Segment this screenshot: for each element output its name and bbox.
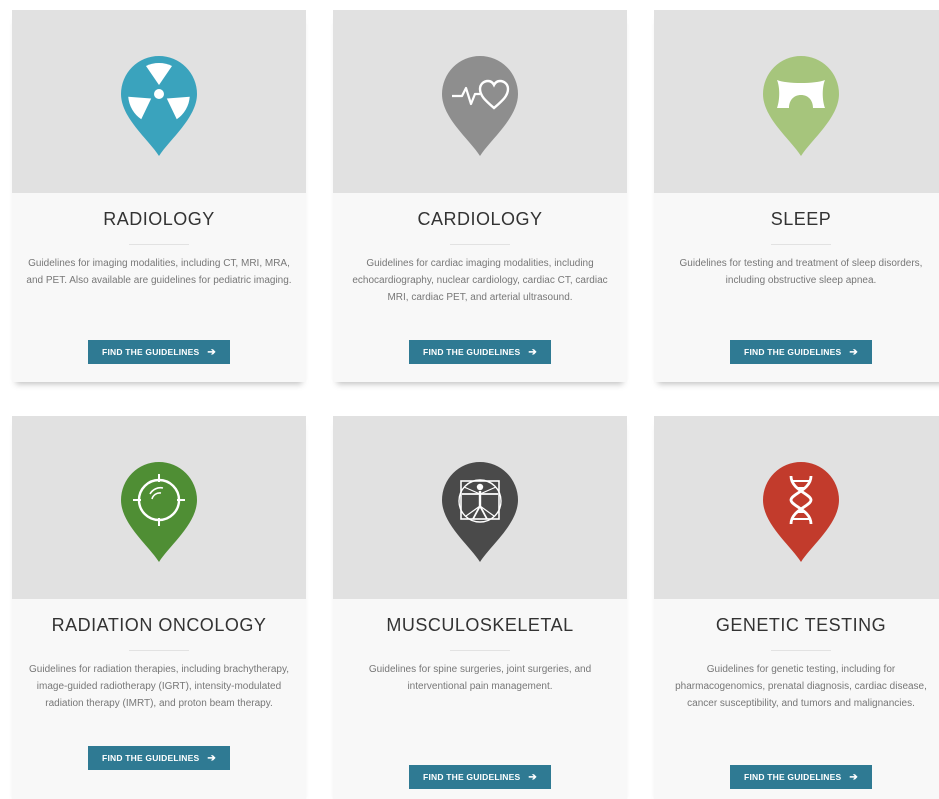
card-description: Guidelines for radiation therapies, incl… xyxy=(29,664,289,709)
heartbeat-icon xyxy=(442,56,518,156)
card-genetic-testing: GENETIC TESTING Guidelines for genetic t… xyxy=(654,416,939,799)
button-label: FIND THE GUIDELINES xyxy=(744,772,842,782)
find-guidelines-button[interactable]: FIND THE GUIDELINES ➔ xyxy=(88,746,230,770)
arrow-right-icon: ➔ xyxy=(528,346,537,358)
card-title: MUSCULOSKELETAL xyxy=(386,615,574,635)
title-divider xyxy=(129,650,189,651)
title-divider xyxy=(771,244,831,245)
card-cardiology: CARDIOLOGY Guidelines for cardiac imagin… xyxy=(333,10,627,382)
find-guidelines-button[interactable]: FIND THE GUIDELINES ➔ xyxy=(88,340,230,364)
card-title: CARDIOLOGY xyxy=(417,209,543,229)
card-description: Guidelines for testing and treatment of … xyxy=(679,258,923,286)
title-divider xyxy=(129,244,189,245)
button-label: FIND THE GUIDELINES xyxy=(423,772,521,782)
arrow-right-icon: ➔ xyxy=(207,346,216,358)
card-description: Guidelines for genetic testing, includin… xyxy=(675,664,927,709)
card-image-area xyxy=(333,10,627,193)
card-image-area xyxy=(12,10,306,193)
arrow-right-icon: ➔ xyxy=(849,771,858,783)
card-title: RADIOLOGY xyxy=(103,209,215,229)
title-divider xyxy=(450,650,510,651)
card-description: Guidelines for spine surgeries, joint su… xyxy=(368,664,592,692)
pillow-icon xyxy=(763,56,839,156)
card-sleep: SLEEP Guidelines for testing and treatme… xyxy=(654,10,939,382)
card-title: RADIATION ONCOLOGY xyxy=(51,615,267,635)
vitruvian-man-icon xyxy=(442,462,518,562)
card-title: SLEEP xyxy=(770,209,832,229)
card-image-area xyxy=(12,416,306,599)
card-title: GENETIC TESTING xyxy=(715,615,887,635)
card-radiology: RADIOLOGY Guidelines for imaging modalit… xyxy=(12,10,306,382)
find-guidelines-button[interactable]: FIND THE GUIDELINES ➔ xyxy=(409,765,551,789)
dna-icon xyxy=(763,462,839,562)
find-guidelines-button[interactable]: FIND THE GUIDELINES ➔ xyxy=(409,340,551,364)
button-label: FIND THE GUIDELINES xyxy=(744,347,842,357)
title-divider xyxy=(771,650,831,651)
radiation-icon xyxy=(121,56,197,156)
arrow-right-icon: ➔ xyxy=(849,346,858,358)
title-divider xyxy=(450,244,510,245)
card-musculoskeletal: MUSCULOSKELETAL Guidelines for spine sur… xyxy=(333,416,627,799)
card-description: Guidelines for cardiac imaging modalitie… xyxy=(352,258,608,303)
button-label: FIND THE GUIDELINES xyxy=(102,753,200,763)
find-guidelines-button[interactable]: FIND THE GUIDELINES ➔ xyxy=(730,765,872,789)
arrow-right-icon: ➔ xyxy=(207,752,216,764)
target-icon xyxy=(121,462,197,562)
card-image-area xyxy=(333,416,627,599)
button-label: FIND THE GUIDELINES xyxy=(102,347,200,357)
find-guidelines-button[interactable]: FIND THE GUIDELINES ➔ xyxy=(730,340,872,364)
card-image-area xyxy=(654,416,939,599)
button-label: FIND THE GUIDELINES xyxy=(423,347,521,357)
card-description: Guidelines for imaging modalities, inclu… xyxy=(26,258,292,286)
arrow-right-icon: ➔ xyxy=(528,771,537,783)
card-image-area xyxy=(654,10,939,193)
card-radiation-oncology: RADIATION ONCOLOGY Guidelines for radiat… xyxy=(12,416,306,799)
